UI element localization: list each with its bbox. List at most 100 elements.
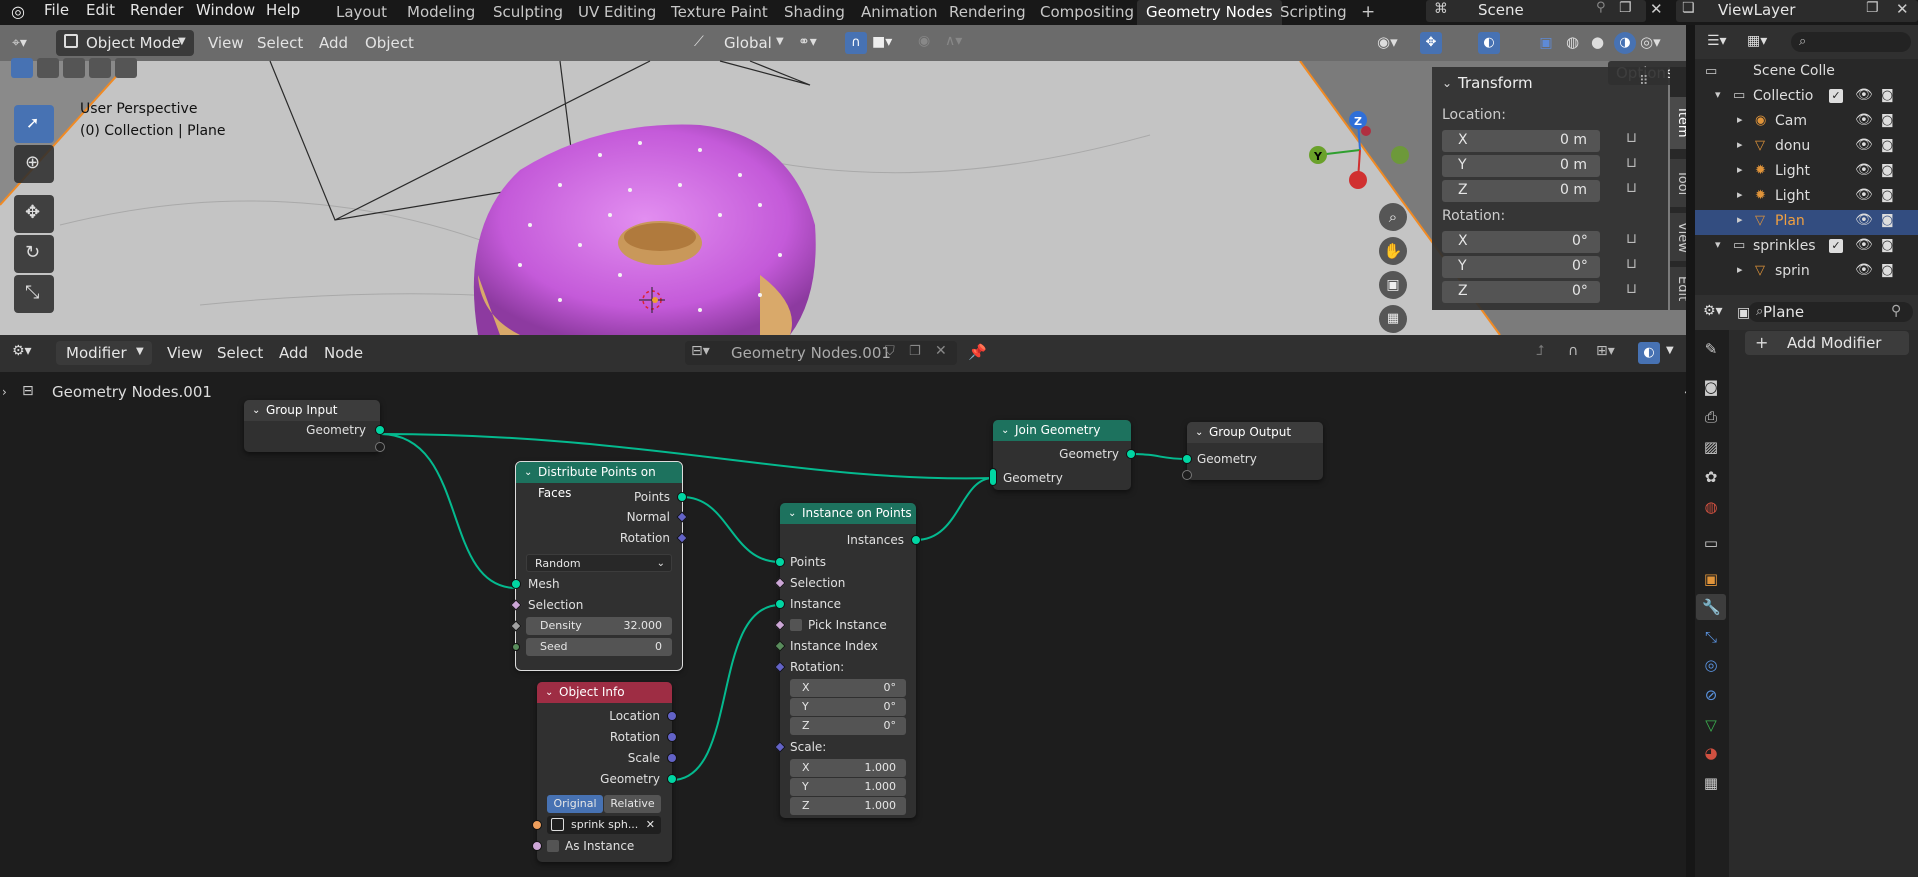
checkbox-checked-icon[interactable]: ✓ — [1829, 239, 1843, 253]
original-toggle[interactable]: Original — [547, 795, 603, 813]
chevron-down-icon[interactable]: ⌄ — [545, 682, 553, 703]
output-socket-instances[interactable] — [911, 535, 921, 545]
select-intersect-icon[interactable] — [115, 58, 137, 78]
constraints-icon[interactable]: ⊘ — [1702, 686, 1720, 704]
camera-view-icon[interactable]: ▣ — [1379, 271, 1407, 299]
output-socket-scale[interactable] — [667, 753, 677, 763]
ortho-grid-icon[interactable]: ▦ — [1379, 305, 1407, 333]
shading-solid-icon[interactable]: ● — [1591, 33, 1604, 51]
node-header[interactable]: ⌄ Join Geometry — [993, 420, 1131, 441]
checkbox-checked-icon[interactable]: ✓ — [1829, 89, 1843, 103]
camera-render-icon[interactable]: ◙ — [1881, 188, 1894, 203]
close-icon[interactable]: ✕ — [646, 816, 655, 834]
chevron-down-icon[interactable]: ⌄ — [524, 462, 532, 483]
node-header[interactable]: ⌄ Group Output — [1187, 422, 1323, 443]
mode-dropdown[interactable]: Random ⌄ — [526, 554, 672, 572]
shading-material-icon[interactable]: ◑ — [1614, 32, 1636, 54]
outliner-row-sprinkles[interactable]: ▾ ▭ sprinkles ✓ 👁 ◙ — [1695, 235, 1918, 260]
camera-render-icon[interactable]: ◙ — [1881, 88, 1894, 103]
delete-view-layer-icon[interactable]: ✕ — [1896, 0, 1909, 18]
node-distribute-points[interactable]: ⌄ Distribute Points on Faces Points Norma… — [510, 461, 688, 671]
expand-right-icon[interactable]: ▸ — [1737, 163, 1743, 176]
blender-logo-icon[interactable]: ◎ — [11, 3, 29, 21]
outliner-row-sprinkle[interactable]: ▸ ▽ sprin 👁 ◙ — [1695, 260, 1918, 285]
input-socket-empty[interactable] — [1182, 470, 1192, 480]
input-socket-geometry[interactable] — [1182, 454, 1192, 464]
add-workspace-button[interactable]: + — [1352, 0, 1384, 25]
tab-compositing[interactable]: Compositing — [1031, 0, 1143, 25]
camera-render-icon[interactable]: ◙ — [1881, 138, 1894, 153]
expand-right-icon[interactable]: ▸ — [1737, 138, 1743, 151]
cursor-tool[interactable]: ⊕ — [14, 145, 54, 183]
menu-file[interactable]: File — [44, 0, 69, 25]
particles-icon[interactable]: ⤡ — [1702, 628, 1720, 646]
input-socket-object[interactable] — [532, 820, 542, 830]
node-header[interactable]: ⌄ Instance on Points — [780, 503, 916, 524]
gizmo-toggle-icon[interactable]: ✥ — [1420, 32, 1442, 54]
eye-icon[interactable]: 👁 — [1855, 137, 1873, 153]
tab-geometry-nodes[interactable]: Geometry Nodes — [1137, 0, 1282, 25]
lock-icon[interactable]: ⊔ — [1626, 130, 1637, 146]
output-icon[interactable]: ⎙ — [1702, 408, 1720, 426]
viewport-menu-view[interactable]: View — [208, 30, 244, 56]
output-socket-geometry[interactable] — [375, 425, 385, 435]
falloff-icon[interactable]: ∧▾ — [945, 33, 962, 49]
editor-type-icon[interactable]: ⌖▾ — [12, 31, 50, 55]
select-extend-icon[interactable] — [37, 58, 59, 78]
proportional-edit-icon[interactable]: ◉ — [918, 33, 930, 49]
lock-icon[interactable]: ⊔ — [1626, 180, 1637, 196]
area-divider[interactable] — [1686, 25, 1695, 877]
snap-toggle-icon[interactable]: ∩ — [845, 32, 867, 54]
world-icon[interactable]: ◍ — [1702, 498, 1720, 516]
mesh-data-icon[interactable]: ▽ — [1702, 716, 1720, 734]
editor-type-icon[interactable]: ⚙▾ — [1703, 303, 1723, 319]
chevron-down-icon[interactable]: ⌄ — [1001, 420, 1009, 441]
object-mode-dropdown[interactable]: Object Mode ▼ — [56, 30, 194, 56]
lock-icon[interactable]: ⊔ — [1626, 155, 1637, 171]
physics-icon[interactable]: ◎ — [1702, 656, 1720, 674]
chevron-down-icon[interactable]: ⌄ — [1195, 422, 1203, 443]
lock-icon[interactable]: ⊔ — [1626, 256, 1637, 272]
output-socket-empty[interactable] — [375, 442, 385, 452]
collection-icon[interactable]: ▭ — [1702, 534, 1720, 552]
new-scene-icon[interactable]: ❐ — [1619, 0, 1632, 16]
expand-right-icon[interactable]: ▸ — [1737, 188, 1743, 201]
expand-down-icon[interactable]: ▾ — [1715, 238, 1721, 251]
node-instance-on-points[interactable]: ⌄ Instance on Points Instances Points Sel… — [774, 503, 921, 818]
search-icon[interactable]: ⌕ — [1791, 32, 1911, 52]
tab-modeling[interactable]: Modeling — [398, 0, 484, 25]
tool-icon[interactable]: ✎ — [1702, 340, 1720, 358]
output-socket-location[interactable] — [667, 711, 677, 721]
expand-right-icon[interactable]: ▸ — [1737, 213, 1743, 226]
tab-rendering[interactable]: Rendering — [940, 0, 1035, 25]
pin-icon[interactable]: ⚲ — [1891, 303, 1901, 319]
transform-header[interactable]: Transform — [1458, 74, 1533, 92]
transform-orientation-dropdown[interactable]: ⟋ Global ▼ — [690, 30, 790, 56]
tab-sculpting[interactable]: Sculpting — [484, 0, 572, 25]
new-view-layer-icon[interactable]: ❐ — [1866, 0, 1879, 16]
viewport-menu-select[interactable]: Select — [257, 30, 303, 56]
navigation-gizmo[interactable]: Z Y — [1300, 105, 1420, 195]
eye-icon[interactable]: 👁 — [1855, 162, 1873, 178]
camera-render-icon[interactable]: ◙ — [1881, 238, 1894, 253]
tab-animation[interactable]: Animation — [852, 0, 946, 25]
move-tool[interactable]: ✥ — [14, 195, 54, 233]
select-subtract-icon[interactable] — [63, 58, 85, 78]
output-socket-rotation[interactable] — [667, 732, 677, 742]
tab-texture-paint[interactable]: Texture Paint — [662, 0, 777, 25]
location-x-field[interactable]: X 0 m — [1442, 130, 1600, 152]
node-join-geometry[interactable]: ⌄ Join Geometry Geometry Geometry — [989, 420, 1136, 490]
location-y-field[interactable]: Y 0 m — [1442, 155, 1600, 177]
seed-field[interactable]: Seed 0 — [526, 638, 672, 656]
editor-type-icon[interactable]: ☰▾ — [1707, 33, 1727, 49]
display-mode-icon[interactable]: ▦▾ — [1747, 33, 1767, 49]
node-group-input[interactable]: ⌄ Group Input Geometry — [244, 400, 385, 452]
object-picker[interactable]: sprink sph... ✕ — [547, 816, 661, 834]
lock-icon[interactable]: ⊔ — [1626, 231, 1637, 247]
object-icon[interactable]: ▣ — [1702, 570, 1720, 588]
camera-render-icon[interactable]: ◙ — [1881, 213, 1894, 228]
outliner-row-light-2[interactable]: ▸ ✹ Light 👁 ◙ — [1695, 185, 1918, 210]
node-editor[interactable]: ⚙▾ Modifier ▼ View Select Add Node ⊟▾ Ge… — [0, 335, 1693, 877]
snap-target-icon[interactable]: ■▾ — [872, 34, 892, 50]
input-socket-seed[interactable] — [512, 643, 520, 651]
